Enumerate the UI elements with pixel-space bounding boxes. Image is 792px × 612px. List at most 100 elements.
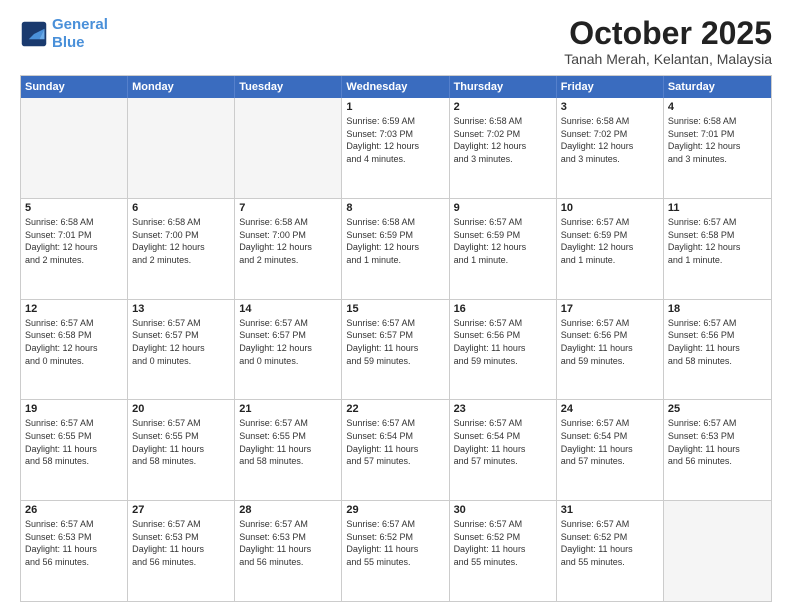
cal-cell-r2-c4: 16Sunrise: 6:57 AM Sunset: 6:56 PM Dayli… bbox=[450, 300, 557, 400]
day-info: Sunrise: 6:57 AM Sunset: 6:54 PM Dayligh… bbox=[346, 417, 444, 467]
cal-cell-r0-c3: 1 Sunrise: 6:59 AM Sunset: 7:03 PM Daylig… bbox=[342, 98, 449, 198]
day-number: 30 bbox=[454, 504, 552, 516]
calendar-body: 1 Sunrise: 6:59 AM Sunset: 7:03 PM Daylig… bbox=[21, 98, 771, 601]
cal-cell-r4-c6 bbox=[664, 501, 771, 601]
day-number: 26 bbox=[25, 504, 123, 516]
cal-cell-r4-c1: 27Sunrise: 6:57 AM Sunset: 6:53 PM Dayli… bbox=[128, 501, 235, 601]
day-info: Sunrise: 6:58 AM Sunset: 7:00 PM Dayligh… bbox=[132, 216, 230, 266]
day-number: 15 bbox=[346, 303, 444, 315]
cal-cell-r3-c3: 22 Sunrise: 6:57 AM Sunset: 6:54 PM Dayli… bbox=[342, 400, 449, 500]
day-number: 3 bbox=[561, 101, 659, 113]
cal-cell-r3-c2: 21 Sunrise: 6:57 AM Sunset: 6:55 PM Dayli… bbox=[235, 400, 342, 500]
day-number: 11 bbox=[668, 202, 767, 214]
day-number: 8 bbox=[346, 202, 444, 214]
cal-cell-r1-c3: 8Sunrise: 6:58 AM Sunset: 6:59 PM Daylig… bbox=[342, 199, 449, 299]
day-info: Sunrise: 6:57 AM Sunset: 6:58 PM Dayligh… bbox=[25, 317, 123, 367]
day-info: Sunrise: 6:57 AM Sunset: 6:58 PM Dayligh… bbox=[668, 216, 767, 266]
cal-cell-r0-c2 bbox=[235, 98, 342, 198]
day-number: 24 bbox=[561, 403, 659, 415]
day-number: 25 bbox=[668, 403, 767, 415]
day-number: 20 bbox=[132, 403, 230, 415]
page: General Blue October 2025 Tanah Merah, K… bbox=[0, 0, 792, 612]
day-number: 9 bbox=[454, 202, 552, 214]
cal-cell-r0-c1 bbox=[128, 98, 235, 198]
day-info: Sunrise: 6:57 AM Sunset: 6:55 PM Dayligh… bbox=[239, 417, 337, 467]
header-saturday: Saturday bbox=[664, 76, 771, 98]
cal-cell-r2-c0: 12Sunrise: 6:57 AM Sunset: 6:58 PM Dayli… bbox=[21, 300, 128, 400]
cal-cell-r0-c0 bbox=[21, 98, 128, 198]
logo: General Blue bbox=[20, 16, 108, 52]
day-info: Sunrise: 6:57 AM Sunset: 6:57 PM Dayligh… bbox=[346, 317, 444, 367]
day-number: 27 bbox=[132, 504, 230, 516]
location-subtitle: Tanah Merah, Kelantan, Malaysia bbox=[564, 51, 772, 67]
cal-cell-r3-c5: 24 Sunrise: 6:57 AM Sunset: 6:54 PM Dayli… bbox=[557, 400, 664, 500]
day-number: 2 bbox=[454, 101, 552, 113]
day-info: Sunrise: 6:57 AM Sunset: 6:54 PM Dayligh… bbox=[454, 417, 552, 467]
day-info: Sunrise: 6:57 AM Sunset: 6:55 PM Dayligh… bbox=[132, 417, 230, 467]
day-info: Sunrise: 6:57 AM Sunset: 6:59 PM Dayligh… bbox=[561, 216, 659, 266]
day-number: 22 bbox=[346, 403, 444, 415]
day-info: Sunrise: 6:57 AM Sunset: 6:55 PM Dayligh… bbox=[25, 417, 123, 467]
day-number: 19 bbox=[25, 403, 123, 415]
cal-cell-r2-c3: 15 Sunrise: 6:57 AM Sunset: 6:57 PM Dayli… bbox=[342, 300, 449, 400]
cal-cell-r3-c6: 25 Sunrise: 6:57 AM Sunset: 6:53 PM Dayli… bbox=[664, 400, 771, 500]
day-info: Sunrise: 6:58 AM Sunset: 7:01 PM Dayligh… bbox=[25, 216, 123, 266]
day-info: Sunrise: 6:59 AM Sunset: 7:03 PM Dayligh… bbox=[346, 115, 444, 165]
day-info: Sunrise: 6:57 AM Sunset: 6:52 PM Dayligh… bbox=[346, 518, 444, 568]
day-number: 14 bbox=[239, 303, 337, 315]
day-number: 31 bbox=[561, 504, 659, 516]
cal-cell-r4-c5: 31 Sunrise: 6:57 AM Sunset: 6:52 PM Dayli… bbox=[557, 501, 664, 601]
cal-cell-r3-c4: 23Sunrise: 6:57 AM Sunset: 6:54 PM Dayli… bbox=[450, 400, 557, 500]
cal-row-0: 1 Sunrise: 6:59 AM Sunset: 7:03 PM Daylig… bbox=[21, 98, 771, 198]
day-info: Sunrise: 6:57 AM Sunset: 6:57 PM Dayligh… bbox=[239, 317, 337, 367]
cal-cell-r3-c0: 19 Sunrise: 6:57 AM Sunset: 6:55 PM Dayli… bbox=[21, 400, 128, 500]
day-info: Sunrise: 6:57 AM Sunset: 6:56 PM Dayligh… bbox=[668, 317, 767, 367]
day-number: 21 bbox=[239, 403, 337, 415]
day-number: 5 bbox=[25, 202, 123, 214]
cal-cell-r4-c0: 26 Sunrise: 6:57 AM Sunset: 6:53 PM Dayli… bbox=[21, 501, 128, 601]
day-number: 13 bbox=[132, 303, 230, 315]
cal-row-2: 12Sunrise: 6:57 AM Sunset: 6:58 PM Dayli… bbox=[21, 299, 771, 400]
cal-cell-r1-c1: 6 Sunrise: 6:58 AM Sunset: 7:00 PM Daylig… bbox=[128, 199, 235, 299]
cal-row-4: 26 Sunrise: 6:57 AM Sunset: 6:53 PM Dayli… bbox=[21, 500, 771, 601]
header-monday: Monday bbox=[128, 76, 235, 98]
day-info: Sunrise: 6:57 AM Sunset: 6:53 PM Dayligh… bbox=[25, 518, 123, 568]
day-number: 6 bbox=[132, 202, 230, 214]
day-info: Sunrise: 6:58 AM Sunset: 7:00 PM Dayligh… bbox=[239, 216, 337, 266]
cal-cell-r2-c5: 17 Sunrise: 6:57 AM Sunset: 6:56 PM Dayli… bbox=[557, 300, 664, 400]
logo-icon bbox=[20, 20, 48, 48]
cal-cell-r3-c1: 20 Sunrise: 6:57 AM Sunset: 6:55 PM Dayli… bbox=[128, 400, 235, 500]
day-info: Sunrise: 6:57 AM Sunset: 6:54 PM Dayligh… bbox=[561, 417, 659, 467]
day-number: 1 bbox=[346, 101, 444, 113]
cal-cell-r2-c2: 14 Sunrise: 6:57 AM Sunset: 6:57 PM Dayli… bbox=[235, 300, 342, 400]
cal-cell-r1-c2: 7Sunrise: 6:58 AM Sunset: 7:00 PM Daylig… bbox=[235, 199, 342, 299]
day-number: 17 bbox=[561, 303, 659, 315]
day-info: Sunrise: 6:57 AM Sunset: 6:53 PM Dayligh… bbox=[239, 518, 337, 568]
header-tuesday: Tuesday bbox=[235, 76, 342, 98]
cal-cell-r1-c4: 9Sunrise: 6:57 AM Sunset: 6:59 PM Daylig… bbox=[450, 199, 557, 299]
day-info: Sunrise: 6:57 AM Sunset: 6:57 PM Dayligh… bbox=[132, 317, 230, 367]
title-block: October 2025 Tanah Merah, Kelantan, Mala… bbox=[564, 16, 772, 67]
logo-text: General Blue bbox=[52, 16, 108, 52]
month-title: October 2025 bbox=[564, 16, 772, 51]
day-info: Sunrise: 6:58 AM Sunset: 7:02 PM Dayligh… bbox=[561, 115, 659, 165]
cal-cell-r1-c5: 10 Sunrise: 6:57 AM Sunset: 6:59 PM Dayli… bbox=[557, 199, 664, 299]
day-info: Sunrise: 6:57 AM Sunset: 6:53 PM Dayligh… bbox=[668, 417, 767, 467]
cal-cell-r0-c5: 3 Sunrise: 6:58 AM Sunset: 7:02 PM Daylig… bbox=[557, 98, 664, 198]
day-info: Sunrise: 6:57 AM Sunset: 6:52 PM Dayligh… bbox=[561, 518, 659, 568]
header-wednesday: Wednesday bbox=[342, 76, 449, 98]
day-number: 18 bbox=[668, 303, 767, 315]
day-number: 10 bbox=[561, 202, 659, 214]
cal-cell-r4-c2: 28Sunrise: 6:57 AM Sunset: 6:53 PM Dayli… bbox=[235, 501, 342, 601]
logo-line2: Blue bbox=[52, 34, 85, 51]
day-number: 29 bbox=[346, 504, 444, 516]
calendar: Sunday Monday Tuesday Wednesday Thursday… bbox=[20, 75, 772, 602]
day-info: Sunrise: 6:58 AM Sunset: 7:02 PM Dayligh… bbox=[454, 115, 552, 165]
day-info: Sunrise: 6:57 AM Sunset: 6:56 PM Dayligh… bbox=[454, 317, 552, 367]
header-sunday: Sunday bbox=[21, 76, 128, 98]
calendar-header: Sunday Monday Tuesday Wednesday Thursday… bbox=[21, 76, 771, 98]
day-info: Sunrise: 6:57 AM Sunset: 6:56 PM Dayligh… bbox=[561, 317, 659, 367]
header: General Blue October 2025 Tanah Merah, K… bbox=[20, 16, 772, 67]
cal-cell-r2-c6: 18 Sunrise: 6:57 AM Sunset: 6:56 PM Dayli… bbox=[664, 300, 771, 400]
logo-line1: General bbox=[52, 16, 108, 33]
